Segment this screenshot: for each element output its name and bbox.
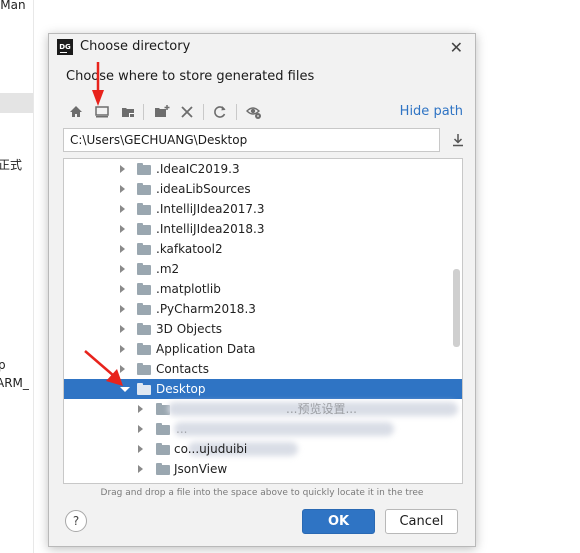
delete-icon[interactable]	[178, 103, 196, 121]
tree-item-label: .m2	[156, 262, 180, 276]
chevron-right-icon[interactable]	[120, 165, 125, 173]
folder-icon	[137, 263, 151, 275]
tree-item[interactable]: .matplotlib	[64, 279, 462, 299]
tree-item-label: co...ujuduibi	[174, 442, 248, 456]
tree-item[interactable]: .ideaLibSources	[64, 179, 462, 199]
tree-item-label: ...	[176, 422, 188, 436]
folder-icon	[137, 383, 151, 395]
background-divider	[33, 0, 34, 553]
folder-icon	[156, 463, 170, 475]
background-text-mid: 正式	[0, 158, 23, 172]
drag-drop-hint: Drag and drop a file into the space abov…	[100, 488, 424, 498]
tree-child-item[interactable]: JsonView	[64, 459, 462, 479]
new-folder-icon[interactable]	[153, 103, 171, 121]
tree-item[interactable]: .IdeaIC2019.3	[64, 159, 462, 179]
folder-icon	[137, 223, 151, 235]
tree-item-label: .kafkatool2	[156, 242, 223, 256]
tree-item-label: .matplotlib	[156, 282, 221, 296]
dialog-title: Choose directory	[80, 39, 191, 54]
chevron-right-icon[interactable]	[120, 185, 125, 193]
toolbar-separator	[203, 104, 204, 120]
chevron-right-icon[interactable]	[138, 425, 143, 433]
chevron-right-icon[interactable]	[138, 405, 143, 413]
tree-item-label: Contacts	[156, 362, 209, 376]
datagrip-logo-icon: DG	[57, 39, 73, 55]
folder-icon	[156, 443, 170, 455]
project-folder-icon[interactable]	[119, 103, 137, 121]
tree-item-label: .IntelliJIdea2017.3	[156, 202, 265, 216]
vertical-scrollbar[interactable]	[453, 269, 460, 347]
folder-icon	[137, 343, 151, 355]
tree-item-label: ...预览设置...	[286, 402, 357, 416]
help-button[interactable]: ?	[65, 510, 87, 532]
tree-item-label: .ideaLibSources	[156, 182, 251, 196]
background-text-p: p	[0, 358, 6, 372]
chevron-right-icon[interactable]	[120, 225, 125, 233]
path-input[interactable]: C:\Users\GECHUANG\Desktop	[63, 128, 440, 152]
cancel-button[interactable]: Cancel	[385, 509, 458, 534]
chevron-right-icon[interactable]	[120, 285, 125, 293]
folder-icon	[137, 163, 151, 175]
download-icon[interactable]	[449, 131, 467, 149]
tree-child-item[interactable]: ...	[64, 419, 462, 439]
tree-item-label: .PyCharm2018.3	[156, 302, 256, 316]
home-icon[interactable]	[67, 103, 85, 121]
folder-icon	[137, 363, 151, 375]
path-row: C:\Users\GECHUANG\Desktop	[63, 128, 467, 152]
folder-icon	[137, 183, 151, 195]
folder-icon	[137, 303, 151, 315]
background-text-arm: ARM_	[0, 376, 29, 390]
tree-item-label: Application Data	[156, 342, 256, 356]
toolbar: Hide path	[63, 98, 463, 124]
tree-item[interactable]: .kafkatool2	[64, 239, 462, 259]
folder-icon	[137, 203, 151, 215]
chevron-right-icon[interactable]	[120, 325, 125, 333]
tree-item-label: .IntelliJIdea2018.3	[156, 222, 265, 236]
tree-item[interactable]: .IntelliJIdea2017.3	[64, 199, 462, 219]
dialog-titlebar: DG Choose directory ✕	[49, 34, 475, 62]
toolbar-separator	[143, 104, 144, 120]
folder-icon	[137, 243, 151, 255]
tree-item[interactable]: .IntelliJIdea2018.3	[64, 219, 462, 239]
chevron-right-icon[interactable]	[120, 245, 125, 253]
choose-directory-dialog: DG Choose directory ✕ Choose where to st…	[48, 33, 476, 547]
tree-item-label: JsonView	[174, 462, 228, 476]
refresh-icon[interactable]	[211, 103, 229, 121]
directory-tree[interactable]: .IdeaIC2019.3 .ideaLibSources .IntelliJI…	[63, 158, 463, 484]
hide-path-link[interactable]: Hide path	[400, 104, 463, 119]
show-hidden-icon[interactable]	[245, 103, 263, 121]
background-selection-strip	[0, 93, 33, 113]
chevron-right-icon[interactable]	[138, 445, 143, 453]
chevron-right-icon[interactable]	[120, 305, 125, 313]
blurred-text	[174, 422, 394, 436]
tree-child-item[interactable]: ...预览设置...	[64, 399, 462, 419]
tree-item-label: .IdeaIC2019.3	[156, 162, 240, 176]
tree-item[interactable]: .PyCharm2018.3	[64, 299, 462, 319]
ok-button[interactable]: OK	[302, 509, 375, 534]
toolbar-separator	[236, 104, 237, 120]
folder-icon	[156, 423, 170, 435]
chevron-right-icon[interactable]	[120, 265, 125, 273]
tree-item-label: Desktop	[156, 382, 206, 396]
folder-icon	[137, 283, 151, 295]
folder-icon	[137, 323, 151, 335]
annotation-arrow-diagonal-icon	[84, 350, 123, 386]
tree-item[interactable]: .m2	[64, 259, 462, 279]
background-text-top: BMan	[0, 0, 26, 12]
tree-child-item[interactable]: co...ujuduibi	[64, 439, 462, 459]
tree-item[interactable]: 3D Objects	[64, 319, 462, 339]
close-button[interactable]: ✕	[450, 38, 463, 57]
annotation-arrow-down-icon	[92, 62, 104, 106]
chevron-right-icon[interactable]	[138, 465, 143, 473]
chevron-right-icon[interactable]	[120, 205, 125, 213]
tree-item-label: 3D Objects	[156, 322, 223, 336]
